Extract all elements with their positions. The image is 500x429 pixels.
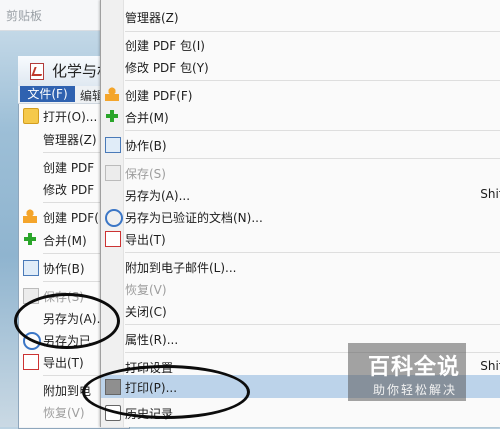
clipboard-hint-label: 剪贴板 [6,9,43,23]
collaborate-icon [23,260,39,276]
menu-item-revert[interactable]: 恢复(V) [101,277,500,300]
combine-icon [105,109,119,123]
annotation-oval-print [82,365,250,419]
annotation-oval-save-as [14,293,120,349]
menu-divider [125,130,500,131]
print-setup-shortcut: Shif [480,359,500,373]
menu-item-save-certified[interactable]: 另存为已验证的文档(N)... [101,205,500,228]
clipboard-ribbon-hint: 剪贴板 [0,0,100,31]
menu-item-close[interactable]: 关闭(C) [101,299,500,322]
export-icon [23,354,39,370]
pdf-document-icon [30,63,44,80]
menu-item-create-pdf-portfolio[interactable]: 创建 PDF 包(I) [101,33,500,56]
menu-divider [125,31,500,32]
menu-item-save-as[interactable]: 另存为(A)...Shif [101,183,500,206]
collaborate-icon [105,137,121,153]
menu-item-save[interactable]: 保存(S) [101,161,500,184]
menu-divider [125,80,500,81]
menu-item-collaborate[interactable]: 协作(B) [101,133,500,156]
create-pdf-icon [105,87,119,101]
menu-divider [125,324,500,325]
save-icon [105,165,121,181]
menu-divider [125,252,500,253]
menu-item-attach-email[interactable]: 附加到电子邮件(L)... [101,255,500,278]
certified-document-icon [105,209,123,227]
export-icon [105,231,121,247]
menu-divider [125,158,500,159]
save-as-shortcut: Shif [480,187,500,201]
combine-icon [23,232,37,246]
create-pdf-icon [23,209,37,223]
menu-item-modify-pdf-portfolio[interactable]: 修改 PDF 包(Y) [101,55,500,78]
menu-item-export[interactable]: 导出(T) [101,227,500,250]
menu-item-organizer[interactable]: 管理器(Z) [101,5,500,28]
folder-icon [23,108,39,124]
watermark-title: 百科全说 [368,355,461,380]
menu-item-combine[interactable]: 合并(M) [101,105,500,128]
watermark-subtitle: 助你轻松解决 [373,383,458,397]
menu-item-create-pdf[interactable]: 创建 PDF(F) [101,83,500,106]
watermark-badge: 百科全说 助你轻松解决 [348,343,466,401]
file-menu-button[interactable]: 文件(F) [20,86,75,102]
